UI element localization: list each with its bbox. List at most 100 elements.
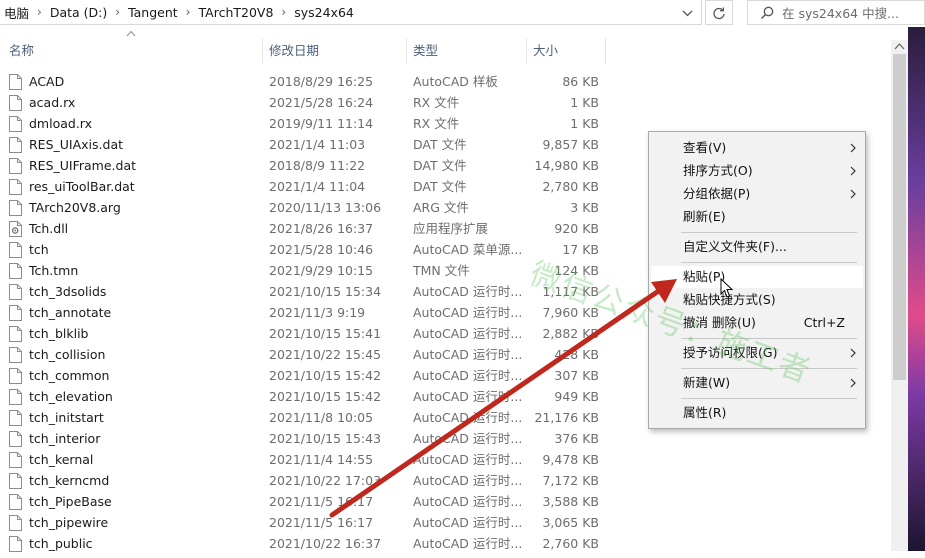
breadcrumb-chevron-icon[interactable]: › [33,5,46,19]
file-row[interactable]: tch_collision 2021/10/22 15:45 AutoCAD 运… [0,344,610,365]
file-type: AutoCAD 运行时... [413,347,521,362]
file-type: ARG 文件 [413,200,469,215]
menu-item-label: 分组依据(P) [683,186,751,201]
file-row[interactable]: tch_annotate 2021/11/3 9:19 AutoCAD 运行时.… [0,302,610,323]
file-type: AutoCAD 运行时... [413,452,521,467]
file-size: 307 KB [554,368,599,383]
refresh-button[interactable] [705,0,733,25]
menu-item-refresh[interactable]: 刷新(E) [651,206,863,228]
column-divider[interactable] [406,38,407,64]
file-size: 124 KB [554,263,599,278]
menu-item-label: 属性(R) [683,405,727,420]
breadcrumb-chevron-icon[interactable]: › [277,5,290,19]
file-type: RX 文件 [413,116,460,131]
file-date: 2021/11/3 9:19 [269,305,366,320]
breadcrumb-this-pc[interactable]: 电脑 [0,3,33,22]
column-header-date[interactable]: 修改日期 [269,36,319,66]
file-row[interactable]: RES_UIAxis.dat 2021/1/4 11:03 DAT 文件 9,8… [0,134,610,155]
file-size: 2,882 KB [542,326,599,341]
file-name: tch_blklib [29,326,89,341]
column-divider[interactable] [605,38,606,64]
file-row[interactable]: RES_UIFrame.dat 2018/8/9 11:22 DAT 文件 14… [0,155,610,176]
file-row[interactable]: tch_kernal 2021/11/4 14:55 AutoCAD 运行时..… [0,449,610,470]
menu-item-customize-folder[interactable]: 自定义文件夹(F)... [651,236,863,258]
column-header-size[interactable]: 大小 [533,36,558,66]
file-row[interactable]: tch_initstart 2021/11/8 10:05 AutoCAD 运行… [0,407,610,428]
column-header-type[interactable]: 类型 [413,36,438,66]
file-size: 1 KB [570,116,599,131]
desktop-background-strip [908,27,925,551]
file-row[interactable]: tch 2021/5/28 10:46 AutoCAD 菜单源... 17 KB [0,239,610,260]
file-name: dmload.rx [29,116,93,131]
file-name: tch_initstart [29,410,104,425]
menu-item-sort[interactable]: 排序方式(O) [651,160,863,182]
file-row[interactable]: tch_kerncmd 2021/10/22 17:03 AutoCAD 运行时… [0,470,610,491]
file-row[interactable]: Tch.tmn 2021/9/29 10:15 TMN 文件 124 KB [0,260,610,281]
breadcrumb-tangent[interactable]: Tangent [124,5,182,20]
menu-item-new[interactable]: 新建(W) [651,372,863,394]
mouse-pointer-icon [720,278,734,298]
column-header-name[interactable]: 名称 [9,36,34,66]
file-row[interactable]: tch_3dsolids 2021/10/15 15:34 AutoCAD 运行… [0,281,610,302]
file-row[interactable]: tch_interior 2021/10/15 15:43 AutoCAD 运行… [0,428,610,449]
vertical-scrollbar[interactable] [891,40,908,551]
file-date: 2021/10/22 17:03 [269,473,382,488]
file-row[interactable]: dmload.rx 2019/9/11 11:14 RX 文件 1 KB [0,113,610,134]
file-row[interactable]: tch_blklib 2021/10/15 15:41 AutoCAD 运行时.… [0,323,610,344]
file-size: 86 KB [562,74,599,89]
file-date: 2021/10/22 15:45 [269,347,382,362]
file-size: 1,117 KB [542,284,599,299]
file-name: tch_PipeBase [29,494,112,509]
file-row[interactable]: TArch20V8.arg 2020/11/13 13:06 ARG 文件 3 … [0,197,610,218]
file-size: 14,980 KB [534,158,599,173]
menu-item-label: 撤消 删除(U) [683,315,756,330]
file-row[interactable]: tch_common 2021/10/15 15:42 AutoCAD 运行时.… [0,365,610,386]
file-type: AutoCAD 运行时... [413,494,521,509]
file-type: AutoCAD 运行时... [413,473,521,488]
menu-item-paste-shortcut[interactable]: 粘贴快捷方式(S) [651,289,863,311]
scrollbar-thumb[interactable] [893,54,906,380]
search-input[interactable]: 在 sys24x64 中搜... [782,3,899,22]
file-row[interactable]: acad.rx 2021/5/28 16:24 RX 文件 1 KB [0,92,610,113]
search-box[interactable]: 在 sys24x64 中搜... [747,0,925,25]
column-divider[interactable] [526,38,527,64]
menu-item-undo-delete[interactable]: 撤消 删除(U) Ctrl+Z [651,312,863,334]
scroll-up-arrow-icon[interactable] [894,42,905,50]
file-size: 3 KB [570,200,599,215]
menu-item-give-access[interactable]: 授予访问权限(G) [651,342,863,364]
file-name: tch_kerncmd [29,473,110,488]
breadcrumb-sys24x64[interactable]: sys24x64 [290,5,358,20]
file-date: 2020/11/13 13:06 [269,200,382,215]
file-type: AutoCAD 样板 [413,74,498,89]
file-row[interactable]: ACAD 2018/8/29 16:25 AutoCAD 样板 86 KB [0,71,610,92]
file-name: tch_collision [29,347,106,362]
file-date: 2021/8/26 16:37 [269,221,374,236]
sort-ascending-icon [126,30,136,37]
menu-item-paste[interactable]: 粘贴(P) [651,266,863,288]
menu-separator [681,232,857,233]
column-divider[interactable] [262,38,263,64]
file-name: Tch.dll [29,221,69,236]
file-row[interactable]: tch_elevation 2021/10/15 15:42 AutoCAD 运… [0,386,610,407]
file-type: DAT 文件 [413,179,467,194]
file-size: 21,176 KB [534,410,599,425]
file-type: RX 文件 [413,95,460,110]
refresh-icon [713,6,725,19]
menu-separator [681,368,857,369]
menu-item-group-by[interactable]: 分组依据(P) [651,183,863,205]
menu-item-view[interactable]: 查看(V) [651,137,863,159]
menu-item-label: 新建(W) [683,375,731,390]
file-row[interactable]: res_uiToolBar.dat 2021/1/4 11:04 DAT 文件 … [0,176,610,197]
breadcrumb-chevron-icon[interactable]: › [111,5,124,19]
chevron-right-icon [850,378,856,388]
address-bar[interactable]: 电脑 › Data (D:) › Tangent › TArchT20V8 › … [0,0,702,25]
chevron-right-icon [850,189,856,199]
menu-item-properties[interactable]: 属性(R) [651,402,863,424]
breadcrumb-data-drive[interactable]: Data (D:) [46,5,111,20]
file-row[interactable]: tch_pipewire 2021/11/5 16:17 AutoCAD 运行时… [0,512,610,533]
breadcrumb-tarch[interactable]: TArchT20V8 [194,5,277,20]
address-history-dropdown[interactable] [676,3,698,23]
file-row[interactable]: Tch.dll 2021/8/26 16:37 应用程序扩展 920 KB [0,218,610,239]
breadcrumb-chevron-icon[interactable]: › [182,5,195,19]
file-row[interactable]: tch_PipeBase 2021/11/5 16:17 AutoCAD 运行时… [0,491,610,512]
